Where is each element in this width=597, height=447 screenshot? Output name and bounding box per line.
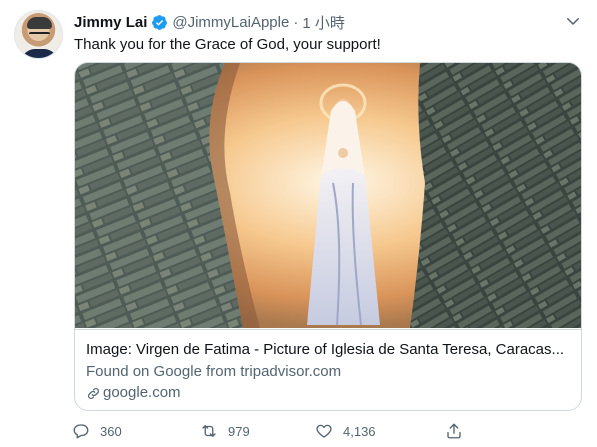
card-domain[interactable]: google.com: [86, 383, 181, 403]
retweet-count: 979: [228, 423, 250, 439]
avatar-glasses: [29, 32, 50, 37]
avatar-shirt: [21, 49, 58, 58]
action-bar: 360 979 4,136: [72, 420, 472, 442]
card-description: Found on Google from tripadvisor.com: [86, 363, 342, 380]
like-count: 4,136: [343, 423, 376, 439]
header-separator: ·: [293, 13, 299, 31]
retweet-button[interactable]: 979: [200, 420, 250, 442]
avatar[interactable]: [14, 10, 63, 59]
link-card[interactable]: Image: Virgen de Fatima - Picture of Igl…: [74, 62, 582, 411]
tweet-timestamp[interactable]: 1 小時: [302, 12, 345, 33]
author-name[interactable]: Jimmy Lai: [74, 14, 147, 31]
card-domain-text: google.com: [103, 384, 181, 401]
tweet-header: Jimmy Lai @JimmyLaiApple · 1 小時: [74, 12, 345, 32]
reply-button[interactable]: 360: [72, 420, 122, 442]
retweet-icon: [202, 425, 216, 437]
card-info[interactable]: Image: Virgen de Fatima - Picture of Igl…: [75, 329, 581, 410]
chevron-down-icon[interactable]: [564, 12, 582, 30]
like-button[interactable]: 4,136: [315, 420, 376, 442]
share-button[interactable]: [445, 420, 463, 442]
verified-badge-icon: [152, 14, 168, 30]
author-handle[interactable]: @JimmyLaiApple: [172, 14, 289, 31]
avatar-hair: [27, 17, 52, 29]
card-title[interactable]: Image: Virgen de Fatima - Picture of Igl…: [86, 340, 572, 360]
reply-icon: [73, 424, 89, 439]
share-icon: [447, 423, 461, 439]
card-image[interactable]: [75, 63, 582, 328]
tweet[interactable]: Jimmy Lai @JimmyLaiApple · 1 小時 Thank yo…: [0, 0, 597, 447]
reply-count: 360: [100, 423, 122, 439]
link-icon: [88, 387, 99, 399]
tweet-text: Thank you for the Grace of God, your sup…: [74, 36, 381, 53]
heart-icon: [316, 424, 332, 438]
